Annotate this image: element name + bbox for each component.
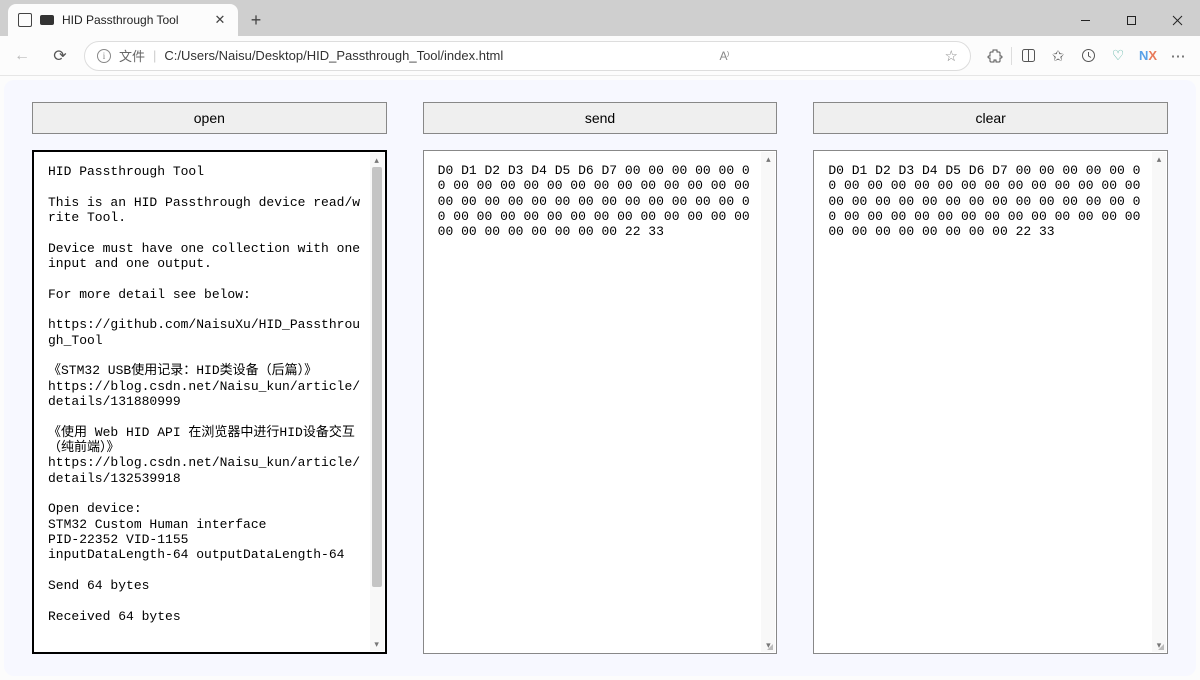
resize-handle[interactable] (763, 640, 775, 652)
browser-tab[interactable]: HID Passthrough Tool ✕ (8, 4, 238, 36)
scrollbar[interactable]: ▴ ▾ (761, 152, 775, 652)
open-button[interactable]: open (32, 102, 387, 134)
maximize-button[interactable] (1108, 4, 1154, 36)
scroll-down-icon[interactable]: ▾ (370, 637, 384, 651)
toolbar-right: ✩ ♡ NX ⋯ (981, 42, 1192, 70)
middle-column: send D0 D1 D2 D3 D4 D5 D6 D7 00 00 00 00… (423, 102, 778, 654)
refresh-button[interactable]: ⟳ (46, 42, 74, 70)
profile-icon[interactable]: NX (1134, 42, 1162, 70)
send-panel[interactable]: D0 D1 D2 D3 D4 D5 D6 D7 00 00 00 00 00 0… (423, 150, 778, 654)
info-icon[interactable]: i (97, 49, 111, 63)
content-area: open HID Passthrough Tool This is an HID… (0, 76, 1200, 680)
log-panel[interactable]: HID Passthrough Tool This is an HID Pass… (32, 150, 387, 654)
left-column: open HID Passthrough Tool This is an HID… (32, 102, 387, 654)
new-tab-button[interactable]: + (242, 6, 270, 34)
tab-title: HID Passthrough Tool (62, 13, 179, 27)
scroll-up-icon[interactable]: ▴ (370, 153, 384, 167)
read-aloud-icon[interactable]: A⁾ (719, 49, 728, 63)
hid-icon (40, 15, 54, 25)
url-text: C:/Users/Naisu/Desktop/HID_Passthrough_T… (164, 48, 503, 63)
browser-window: HID Passthrough Tool ✕ + ← → ⟳ i 文件 | C:… (0, 0, 1200, 680)
clear-button[interactable]: clear (813, 102, 1168, 134)
sidebar-icon[interactable] (1014, 42, 1042, 70)
performance-icon[interactable]: ♡ (1104, 42, 1132, 70)
url-box[interactable]: i 文件 | C:/Users/Naisu/Desktop/HID_Passth… (84, 41, 971, 71)
favorites-icon[interactable]: ✩ (1044, 42, 1072, 70)
close-window-button[interactable] (1154, 4, 1200, 36)
window-controls (1062, 4, 1200, 36)
minimize-button[interactable] (1062, 4, 1108, 36)
extensions-icon[interactable] (981, 42, 1009, 70)
url-label: 文件 (119, 46, 145, 65)
tab-close-icon[interactable]: ✕ (212, 12, 228, 28)
resize-handle[interactable] (1154, 640, 1166, 652)
titlebar: HID Passthrough Tool ✕ + (0, 0, 1200, 36)
favorite-icon[interactable]: ☆ (945, 47, 958, 65)
receive-panel[interactable]: D0 D1 D2 D3 D4 D5 D6 D7 00 00 00 00 00 0… (813, 150, 1168, 654)
address-bar: ← → ⟳ i 文件 | C:/Users/Naisu/Desktop/HID_… (0, 36, 1200, 76)
scroll-up-icon[interactable]: ▴ (1152, 152, 1166, 166)
page-icon (18, 13, 32, 27)
more-icon[interactable]: ⋯ (1164, 42, 1192, 70)
history-icon[interactable] (1074, 42, 1102, 70)
right-column: clear D0 D1 D2 D3 D4 D5 D6 D7 00 00 00 0… (813, 102, 1168, 654)
log-text: HID Passthrough Tool This is an HID Pass… (48, 164, 377, 640)
back-button: ← (8, 42, 36, 70)
scroll-thumb[interactable] (372, 167, 382, 587)
scroll-up-icon[interactable]: ▴ (761, 152, 775, 166)
send-button[interactable]: send (423, 102, 778, 134)
send-text: D0 D1 D2 D3 D4 D5 D6 D7 00 00 00 00 00 0… (438, 163, 769, 641)
receive-text: D0 D1 D2 D3 D4 D5 D6 D7 00 00 00 00 00 0… (828, 163, 1159, 641)
scrollbar[interactable]: ▴ ▾ (370, 153, 384, 651)
scrollbar[interactable]: ▴ ▾ (1152, 152, 1166, 652)
page: open HID Passthrough Tool This is an HID… (4, 80, 1196, 676)
